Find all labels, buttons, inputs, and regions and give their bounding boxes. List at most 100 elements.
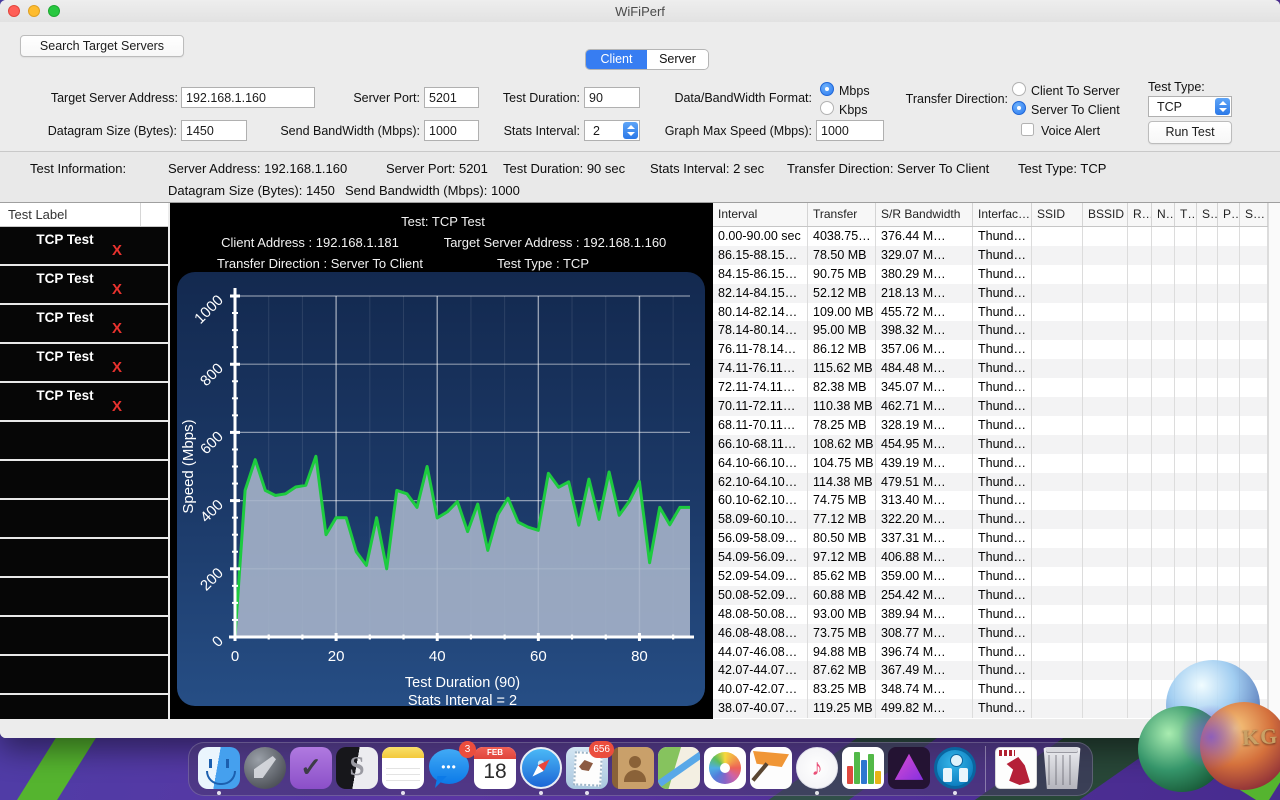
test-row[interactable]: TCP TestX bbox=[0, 227, 168, 264]
dock-item-maps[interactable] bbox=[656, 743, 702, 795]
delete-test-icon[interactable]: X bbox=[112, 242, 122, 259]
table-row[interactable]: 76.11-78.14…86.12 MB357.06 M…Thund… bbox=[713, 340, 1268, 359]
table-row[interactable]: 52.09-54.09…85.62 MB359.00 M…Thund… bbox=[713, 567, 1268, 586]
table-cell: 50.08-52.09… bbox=[713, 586, 808, 605]
table-row[interactable]: 64.10-66.10…104.75 MB439.19 M…Thund… bbox=[713, 454, 1268, 473]
voice-alert-checkbox[interactable] bbox=[1021, 123, 1034, 136]
test-row[interactable]: TCP TestX bbox=[0, 344, 168, 381]
table-row[interactable]: 66.10-68.11…108.62 MB454.95 M…Thund… bbox=[713, 435, 1268, 454]
column-header[interactable]: BSSID bbox=[1083, 203, 1128, 226]
dock-item-mail[interactable]: 656 bbox=[564, 743, 610, 795]
mbps-radio[interactable] bbox=[820, 82, 834, 96]
test-duration-input[interactable] bbox=[584, 87, 640, 108]
search-target-servers-button[interactable]: Search Target Servers bbox=[20, 35, 184, 57]
table-cell: 74.11-76.11… bbox=[713, 359, 808, 378]
dock-item-pages[interactable] bbox=[748, 743, 794, 795]
target-server-address-input[interactable] bbox=[181, 87, 315, 108]
dock-item-itunes[interactable]: ♪ bbox=[794, 743, 840, 795]
dock-item-scrivener[interactable]: S bbox=[334, 743, 380, 795]
dock-item-messages[interactable]: •••3 bbox=[426, 743, 472, 795]
dock-item-trash[interactable] bbox=[1039, 743, 1085, 795]
delete-test-icon[interactable]: X bbox=[112, 320, 122, 337]
stepper-arrows-icon[interactable] bbox=[623, 122, 638, 139]
table-row[interactable]: 70.11-72.11…110.38 MB462.71 M…Thund… bbox=[713, 397, 1268, 416]
tab-client[interactable]: Client bbox=[586, 50, 647, 69]
titlebar[interactable]: WiFiPerf bbox=[0, 0, 1280, 22]
dock-item-contacts[interactable] bbox=[610, 743, 656, 795]
column-header[interactable]: R… bbox=[1128, 203, 1152, 226]
column-header[interactable]: T… bbox=[1175, 203, 1197, 226]
stats-interval-stepper[interactable]: 2 bbox=[584, 120, 640, 141]
launchpad-icon bbox=[244, 747, 286, 789]
column-header[interactable]: SSID bbox=[1032, 203, 1083, 226]
delete-test-icon[interactable]: X bbox=[112, 398, 122, 415]
dock-item-document[interactable] bbox=[993, 743, 1039, 795]
dock-item-omnifocus[interactable]: ✓ bbox=[288, 743, 334, 795]
table-row[interactable]: 86.15-88.15…78.50 MB329.07 M…Thund… bbox=[713, 246, 1268, 265]
column-header[interactable]: Transfer bbox=[808, 203, 876, 226]
dock-item-launchpad[interactable] bbox=[242, 743, 288, 795]
client-to-server-radio[interactable] bbox=[1012, 82, 1026, 96]
table-cell bbox=[1175, 548, 1197, 567]
dock-item-photos[interactable] bbox=[702, 743, 748, 795]
column-header[interactable]: S/R Bandwidth bbox=[876, 203, 973, 226]
table-row[interactable]: 50.08-52.09…60.88 MB254.42 M…Thund… bbox=[713, 586, 1268, 605]
test-row[interactable] bbox=[0, 695, 168, 719]
table-row[interactable]: 54.09-56.09…97.12 MB406.88 M…Thund… bbox=[713, 548, 1268, 567]
test-row[interactable]: TCP TestX bbox=[0, 305, 168, 342]
dropdown-arrows-icon[interactable] bbox=[1215, 98, 1230, 115]
dock-item-notes[interactable] bbox=[380, 743, 426, 795]
server-port-input[interactable] bbox=[424, 87, 479, 108]
table-row[interactable]: 80.14-82.14…109.00 MB455.72 M…Thund… bbox=[713, 303, 1268, 322]
test-row[interactable] bbox=[0, 461, 168, 498]
run-test-button[interactable]: Run Test bbox=[1148, 121, 1232, 144]
test-row[interactable] bbox=[0, 422, 168, 459]
test-row[interactable] bbox=[0, 539, 168, 576]
datagram-size-input[interactable] bbox=[181, 120, 247, 141]
test-label-column-header[interactable]: Test Label bbox=[0, 203, 168, 227]
dock-item-finder[interactable] bbox=[196, 743, 242, 795]
table-row[interactable]: 44.07-46.08…94.88 MB396.74 M…Thund… bbox=[713, 643, 1268, 662]
table-cell: Thund… bbox=[973, 661, 1032, 680]
table-row[interactable]: 46.08-48.08…73.75 MB308.77 M…Thund… bbox=[713, 624, 1268, 643]
test-row[interactable]: TCP TestX bbox=[0, 266, 168, 303]
dock-item-calendar[interactable]: FEB18 bbox=[472, 743, 518, 795]
test-row[interactable] bbox=[0, 617, 168, 654]
dock-item-safari[interactable] bbox=[518, 743, 564, 795]
test-row[interactable] bbox=[0, 500, 168, 537]
table-row[interactable]: 0.00-90.00 sec4038.75…376.44 M…Thund… bbox=[713, 227, 1268, 246]
test-row[interactable] bbox=[0, 656, 168, 693]
table-row[interactable]: 68.11-70.11…78.25 MB328.19 M…Thund… bbox=[713, 416, 1268, 435]
table-row[interactable]: 56.09-58.09…80.50 MB337.31 M…Thund… bbox=[713, 529, 1268, 548]
dock-item-wifiperf[interactable] bbox=[932, 743, 978, 795]
table-row[interactable]: 82.14-84.15…52.12 MB218.13 M…Thund… bbox=[713, 284, 1268, 303]
graph-max-speed-input[interactable] bbox=[816, 120, 884, 141]
table-row[interactable]: 58.09-60.10…77.12 MB322.20 M…Thund… bbox=[713, 510, 1268, 529]
column-header[interactable]: S… bbox=[1197, 203, 1218, 226]
column-header[interactable]: P… bbox=[1218, 203, 1240, 226]
test-type-dropdown[interactable]: TCP bbox=[1148, 96, 1232, 117]
column-header[interactable]: Interfac… bbox=[973, 203, 1032, 226]
table-scrollbar[interactable] bbox=[1268, 203, 1280, 719]
tab-server[interactable]: Server bbox=[647, 50, 708, 69]
test-row[interactable] bbox=[0, 578, 168, 615]
table-row[interactable]: 84.15-86.15…90.75 MB380.29 M…Thund… bbox=[713, 265, 1268, 284]
table-row[interactable]: 74.11-76.11…115.62 MB484.48 M…Thund… bbox=[713, 359, 1268, 378]
delete-test-icon[interactable]: X bbox=[112, 359, 122, 376]
table-cell: 357.06 M… bbox=[876, 340, 973, 359]
kbps-radio[interactable] bbox=[820, 101, 834, 115]
column-header[interactable]: Interval bbox=[713, 203, 808, 226]
column-header[interactable]: S… bbox=[1240, 203, 1268, 226]
table-row[interactable]: 78.14-80.14…95.00 MB398.32 M…Thund… bbox=[713, 321, 1268, 340]
dock-item-numbers[interactable] bbox=[840, 743, 886, 795]
table-row[interactable]: 60.10-62.10…74.75 MB313.40 M…Thund… bbox=[713, 491, 1268, 510]
dock-item-affinity-photo[interactable] bbox=[886, 743, 932, 795]
table-row[interactable]: 72.11-74.11…82.38 MB345.07 M…Thund… bbox=[713, 378, 1268, 397]
delete-test-icon[interactable]: X bbox=[112, 281, 122, 298]
server-to-client-radio[interactable] bbox=[1012, 101, 1026, 115]
table-row[interactable]: 48.08-50.08…93.00 MB389.94 M…Thund… bbox=[713, 605, 1268, 624]
table-row[interactable]: 62.10-64.10…114.38 MB479.51 M…Thund… bbox=[713, 473, 1268, 492]
test-row[interactable]: TCP TestX bbox=[0, 383, 168, 420]
column-header[interactable]: N… bbox=[1152, 203, 1175, 226]
send-bandwidth-input[interactable] bbox=[424, 120, 479, 141]
